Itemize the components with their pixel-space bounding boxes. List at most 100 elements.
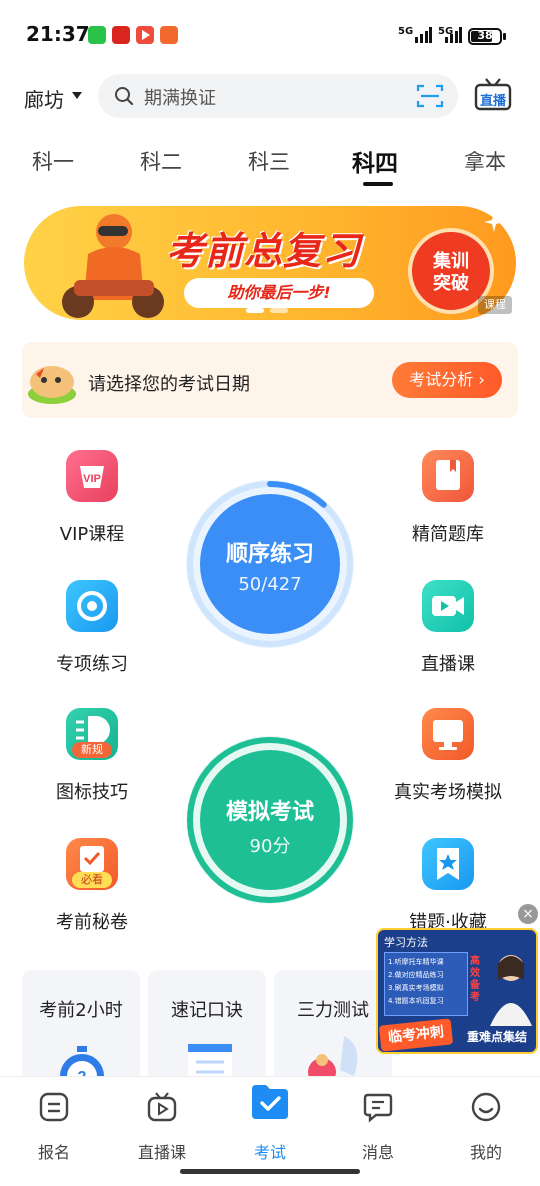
sign-icon: 新规 bbox=[66, 708, 118, 760]
nav-messages[interactable]: 消息 bbox=[338, 1089, 418, 1162]
promo-side-text: 高效备考 bbox=[470, 956, 480, 1003]
city-selector[interactable]: 廊坊 bbox=[24, 84, 64, 113]
grid-label: 直播课 bbox=[421, 654, 475, 675]
practice-label: 顺序练习 bbox=[225, 542, 314, 567]
grid-real-exam-sim[interactable]: 真实考场模拟 bbox=[378, 708, 518, 818]
status-bar: 21:37 5G 5G 38 bbox=[0, 0, 540, 72]
nav-profile[interactable]: 我的 bbox=[446, 1089, 526, 1162]
tv-icon bbox=[147, 1092, 177, 1122]
shopping-app-icon bbox=[160, 26, 178, 44]
red-app-icon bbox=[112, 26, 130, 44]
promo-line: 1.听摩托车精华课 bbox=[388, 958, 444, 966]
mock-exam-button[interactable]: 模拟考试 90分 bbox=[182, 732, 358, 908]
banner-subtitle: 助你最后一步! bbox=[184, 278, 374, 308]
nav-live-course[interactable]: 直播课 bbox=[122, 1089, 202, 1162]
mock-exam-label: 模拟考试 bbox=[225, 800, 314, 825]
home-indicator bbox=[180, 1169, 360, 1174]
mini-card-label: 速记口诀 bbox=[171, 1000, 243, 1021]
grid-secret-paper[interactable]: 必看 考前秘卷 bbox=[22, 838, 162, 948]
grid-label: 精简题库 bbox=[412, 524, 484, 545]
tab-active-indicator bbox=[363, 182, 393, 186]
signal-bars-icon bbox=[415, 27, 432, 43]
live-button[interactable]: 直播 bbox=[474, 78, 512, 112]
battery-nub bbox=[503, 33, 506, 40]
grid-label: 图标技巧 bbox=[56, 782, 128, 803]
grid-vip-course[interactable]: VIP VIP课程 bbox=[22, 450, 162, 560]
video-app-icon bbox=[136, 26, 154, 44]
exam-date-prompt: 请选择您的考试日期 bbox=[88, 374, 250, 395]
tab-ke4[interactable]: 科四 bbox=[352, 144, 398, 178]
nav-label: 我的 bbox=[469, 1143, 502, 1162]
signup-icon bbox=[39, 1092, 69, 1122]
caret-down-icon[interactable] bbox=[72, 92, 82, 99]
mini-card-label: 三力测试 bbox=[297, 1000, 369, 1021]
tab-ke3[interactable]: 科三 bbox=[248, 146, 290, 176]
banner-badge-line1: 集训 bbox=[433, 251, 469, 272]
grid-label: VIP课程 bbox=[59, 524, 125, 545]
video-icon bbox=[422, 580, 474, 632]
grid-label: 真实考场模拟 bbox=[394, 782, 502, 803]
grid-live-course[interactable]: 直播课 bbox=[378, 580, 518, 690]
nav-signup[interactable]: 报名 bbox=[14, 1089, 94, 1162]
must-see-tag: 必看 bbox=[72, 872, 112, 888]
banner-dot-active bbox=[246, 308, 264, 313]
tab-ke1[interactable]: 科一 bbox=[32, 146, 74, 176]
exam-paper-icon: 必看 bbox=[66, 838, 118, 890]
search-icon bbox=[115, 87, 134, 106]
banner-tag: 课程 bbox=[478, 296, 512, 314]
sparkle-icon bbox=[484, 212, 504, 232]
grid-label: 考前秘卷 bbox=[56, 912, 128, 933]
promo-line: 3.刷真实考场模拟 bbox=[388, 984, 444, 992]
promo-list: 1.听摩托车精华课 2.做对应精品练习 3.刷真实考场模拟 4.错题本巩固复习 bbox=[384, 952, 468, 1016]
tab-naben[interactable]: 拿本 bbox=[464, 146, 506, 176]
promo-line: 4.错题本巩固复习 bbox=[388, 997, 444, 1005]
signal-bars-icon-2 bbox=[445, 27, 462, 43]
svg-text:VIP: VIP bbox=[83, 473, 101, 485]
nav-exam[interactable]: 考试 bbox=[230, 1085, 310, 1162]
motorcycle-rider-illustration bbox=[62, 214, 164, 318]
profile-icon bbox=[471, 1092, 501, 1122]
message-icon bbox=[363, 1093, 393, 1123]
nav-label: 报名 bbox=[37, 1143, 70, 1162]
burger-mascot-icon bbox=[28, 366, 76, 404]
floating-promo[interactable]: 学习方法 1.听摩托车精华课 2.做对应精品练习 3.刷真实考场模拟 4.错题本… bbox=[376, 928, 538, 1054]
exam-analysis-button[interactable]: 考试分析 › bbox=[392, 362, 502, 398]
monitor-icon bbox=[422, 708, 474, 760]
practice-progress-text: 50/427 bbox=[238, 574, 302, 595]
wechat-icon bbox=[88, 26, 106, 44]
scan-icon[interactable] bbox=[416, 83, 444, 109]
new-rule-tag: 新规 bbox=[72, 742, 112, 758]
star-bookmark-icon bbox=[422, 838, 474, 890]
vip-icon: VIP bbox=[66, 450, 118, 502]
instructor-avatar bbox=[490, 955, 532, 1026]
promo-header: 学习方法 bbox=[384, 936, 428, 949]
exam-folder-icon bbox=[252, 1085, 288, 1119]
promo-banner[interactable]: 考前总复习 助你最后一步! 集训 突破 bbox=[24, 206, 516, 320]
exam-date-card[interactable]: 请选择您的考试日期 考试分析 › bbox=[22, 342, 518, 418]
grid-sign-tips[interactable]: 新规 图标技巧 bbox=[22, 708, 162, 818]
search-bar[interactable]: 期满换证 bbox=[98, 74, 458, 118]
promo-caption: 重难点集结 bbox=[466, 1030, 527, 1044]
mini-card-label: 考前2小时 bbox=[39, 1000, 123, 1021]
banner-badge-line2: 突破 bbox=[433, 273, 469, 294]
close-icon[interactable]: × bbox=[518, 904, 538, 924]
banner-dot bbox=[270, 308, 288, 313]
target-icon bbox=[66, 580, 118, 632]
battery-level: 38 bbox=[477, 29, 493, 42]
tab-ke2[interactable]: 科二 bbox=[140, 146, 182, 176]
promo-line: 2.做对应精品练习 bbox=[388, 971, 444, 979]
grid-special-practice[interactable]: 专项练习 bbox=[22, 580, 162, 690]
live-label: 直播 bbox=[479, 94, 506, 109]
nav-label: 消息 bbox=[361, 1143, 394, 1162]
sequential-practice-button[interactable]: 顺序练习 50/427 bbox=[182, 476, 358, 652]
battery-icon: 38 bbox=[468, 28, 502, 45]
grid-label: 专项练习 bbox=[56, 654, 128, 675]
grid-simplified-bank[interactable]: 精简题库 bbox=[378, 450, 518, 560]
banner-title: 考前总复习 bbox=[166, 229, 362, 273]
nav-label: 考试 bbox=[253, 1143, 286, 1162]
signal-label-1: 5G bbox=[398, 26, 414, 37]
search-placeholder: 期满换证 bbox=[144, 88, 216, 109]
book-icon bbox=[422, 450, 474, 502]
mock-exam-score: 90分 bbox=[249, 836, 291, 857]
status-time: 21:37 bbox=[26, 22, 90, 46]
